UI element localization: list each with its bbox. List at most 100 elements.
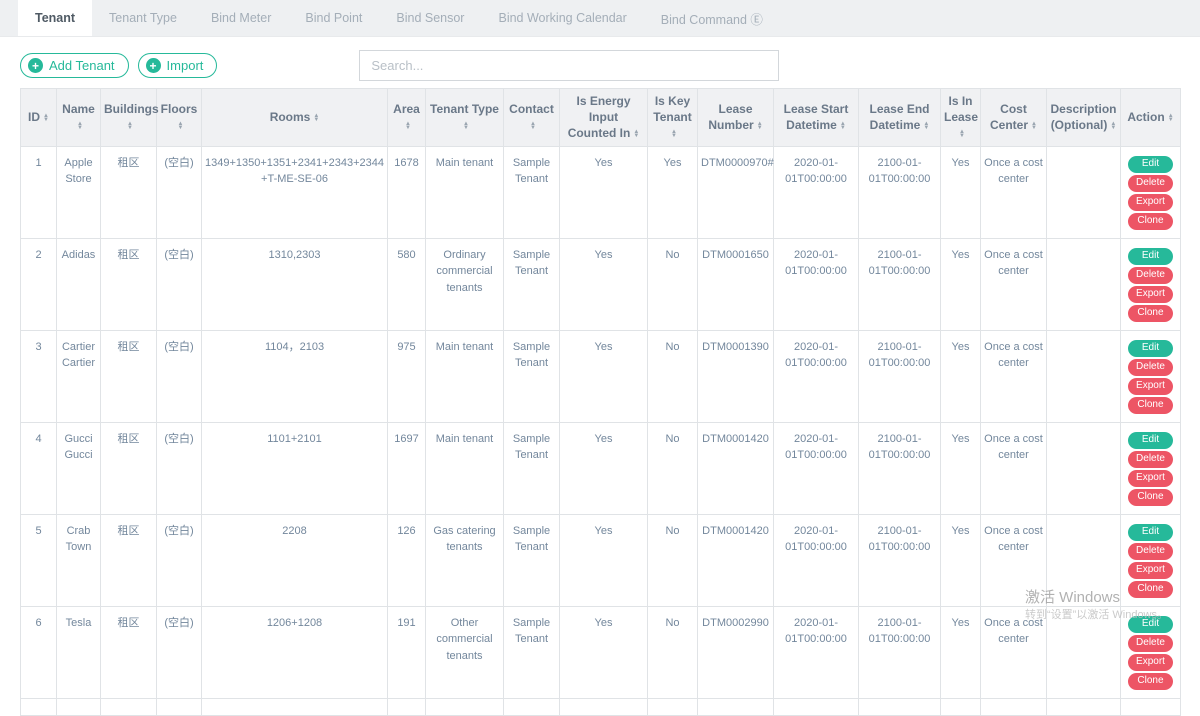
tab-tenant-type[interactable]: Tenant Type (92, 0, 194, 36)
edit-button[interactable]: Edit (1128, 248, 1173, 265)
column-header-cost-center[interactable]: Cost Center▲▼ (981, 89, 1047, 147)
export-button[interactable]: Export (1128, 470, 1173, 487)
delete-button[interactable]: Delete (1128, 451, 1173, 468)
cell-lease-end: 2100-01-01T00:00:00 (859, 422, 941, 514)
cell-contact: Sample Tenant (504, 514, 560, 606)
cell-is-energy: Yes (560, 238, 648, 330)
empty-cell (1047, 698, 1121, 715)
sort-icon: ▲▼ (1031, 122, 1037, 131)
sort-icon: ▲▼ (463, 122, 469, 131)
column-label: Is Energy Input Counted In (568, 94, 631, 140)
clone-button[interactable]: Clone (1128, 213, 1173, 230)
column-header-description-optional[interactable]: Description (Optional)▲▼ (1047, 89, 1121, 147)
table-header-row: ID▲▼Name▲▼Buildings▲▼Floors▲▼Rooms▲▼Area… (21, 89, 1181, 147)
delete-button[interactable]: Delete (1128, 635, 1173, 652)
export-button[interactable]: Export (1128, 654, 1173, 671)
cell-lease-start: 2020-01-01T00:00:00 (774, 606, 859, 698)
cell-buildings: 租区 (101, 330, 157, 422)
cell-description (1047, 238, 1121, 330)
clone-button[interactable]: Clone (1128, 489, 1173, 506)
empty-cell (648, 698, 698, 715)
column-header-lease-number[interactable]: Lease Number▲▼ (698, 89, 774, 147)
column-label: Rooms (270, 110, 311, 124)
tab-bind-sensor[interactable]: Bind Sensor (379, 0, 481, 36)
clone-button[interactable]: Clone (1128, 305, 1173, 322)
column-header-id[interactable]: ID▲▼ (21, 89, 57, 147)
sort-icon: ▲▼ (43, 114, 49, 123)
edit-button[interactable]: Edit (1128, 432, 1173, 449)
column-header-contact[interactable]: Contact▲▼ (504, 89, 560, 147)
tab-bind-command[interactable]: Bind Command Ⓔ (644, 0, 780, 36)
export-button[interactable]: Export (1128, 562, 1173, 579)
cell-is-key: No (648, 238, 698, 330)
cell-lease-start: 2020-01-01T00:00:00 (774, 422, 859, 514)
column-header-action[interactable]: Action▲▼ (1121, 89, 1181, 147)
edit-button[interactable]: Edit (1128, 156, 1173, 173)
column-header-lease-end-datetime[interactable]: Lease End Datetime▲▼ (859, 89, 941, 147)
cell-contact: Sample Tenant (504, 238, 560, 330)
column-label: Lease Start Datetime (784, 102, 849, 132)
windows-activation-watermark-line2: 转到“设置”以激活 Windows。 (1025, 606, 1168, 622)
column-header-name[interactable]: Name▲▼ (57, 89, 101, 147)
empty-cell (698, 698, 774, 715)
cell-lease-start: 2020-01-01T00:00:00 (774, 146, 859, 238)
edit-button[interactable]: Edit (1128, 524, 1173, 541)
tab-bind-working-calendar[interactable]: Bind Working Calendar (481, 0, 643, 36)
cell-lease-end: 2100-01-01T00:00:00 (859, 514, 941, 606)
export-button[interactable]: Export (1128, 286, 1173, 303)
delete-button[interactable]: Delete (1128, 359, 1173, 376)
column-header-is-in-lease[interactable]: Is In Lease ▲▼ (941, 89, 981, 147)
column-header-lease-start-datetime[interactable]: Lease Start Datetime▲▼ (774, 89, 859, 147)
clone-button[interactable]: Clone (1128, 673, 1173, 690)
column-label: Floors (161, 102, 198, 116)
sort-icon: ▲▼ (757, 122, 763, 131)
delete-button[interactable]: Delete (1128, 175, 1173, 192)
column-label: ID (28, 110, 40, 124)
cell-is-in-lease: Yes (941, 606, 981, 698)
cell-id: 4 (21, 422, 57, 514)
column-header-area[interactable]: Area▲▼ (388, 89, 426, 147)
column-header-floors[interactable]: Floors▲▼ (157, 89, 202, 147)
column-header-is-key-tenant[interactable]: Is Key Tenant▲▼ (648, 89, 698, 147)
cell-floors: (空白) (157, 606, 202, 698)
column-header-buildings[interactable]: Buildings▲▼ (101, 89, 157, 147)
cell-lease-number: DTM0001390 (698, 330, 774, 422)
column-label: Tenant Type (430, 102, 499, 116)
delete-button[interactable]: Delete (1128, 267, 1173, 284)
column-label: Action (1127, 110, 1164, 124)
export-button[interactable]: Export (1128, 378, 1173, 395)
clone-button[interactable]: Clone (1128, 581, 1173, 598)
column-header-tenant-type[interactable]: Tenant Type ▲▼ (426, 89, 504, 147)
cell-rooms: 2208 (202, 514, 388, 606)
cell-lease-number: DTM0001650 (698, 238, 774, 330)
cell-rooms: 1104，2103 (202, 330, 388, 422)
sort-icon: ▲▼ (959, 130, 965, 139)
cell-tenant-type: Gas catering tenants (426, 514, 504, 606)
tab-bind-point[interactable]: Bind Point (288, 0, 379, 36)
cell-action: Edit Delete Export Clone (1121, 514, 1181, 606)
tab-content-panel: + Add Tenant + Import ID▲▼Name▲▼Building… (0, 37, 1200, 716)
tab-bind-meter[interactable]: Bind Meter (194, 0, 288, 36)
tab-tenant[interactable]: Tenant (18, 0, 92, 36)
cell-id: 3 (21, 330, 57, 422)
table-row: 2Adidas租区(空白)1310,2303580Ordinary commer… (21, 238, 1181, 330)
search-input[interactable] (359, 50, 779, 81)
add-tenant-button[interactable]: + Add Tenant (20, 53, 129, 78)
edit-button[interactable]: Edit (1128, 340, 1173, 357)
export-button[interactable]: Export (1128, 194, 1173, 211)
column-label: Is In Lease (944, 94, 978, 124)
table-row: 5Crab Town租区(空白)2208126Gas catering tena… (21, 514, 1181, 606)
add-tenant-label: Add Tenant (49, 58, 115, 73)
sort-icon: ▲▼ (530, 122, 536, 131)
column-header-rooms[interactable]: Rooms▲▼ (202, 89, 388, 147)
column-label: Area (393, 102, 420, 116)
cell-lease-number: DTM0001420 (698, 514, 774, 606)
cell-lease-number: DTM0000970# (698, 146, 774, 238)
clone-button[interactable]: Clone (1128, 397, 1173, 414)
delete-button[interactable]: Delete (1128, 543, 1173, 560)
cell-buildings: 租区 (101, 514, 157, 606)
plus-circle-icon: + (28, 58, 43, 73)
column-header-is-energy-input-counted-in[interactable]: Is Energy Input Counted In▲▼ (560, 89, 648, 147)
import-button[interactable]: + Import (138, 53, 218, 78)
cell-lease-end: 2100-01-01T00:00:00 (859, 238, 941, 330)
